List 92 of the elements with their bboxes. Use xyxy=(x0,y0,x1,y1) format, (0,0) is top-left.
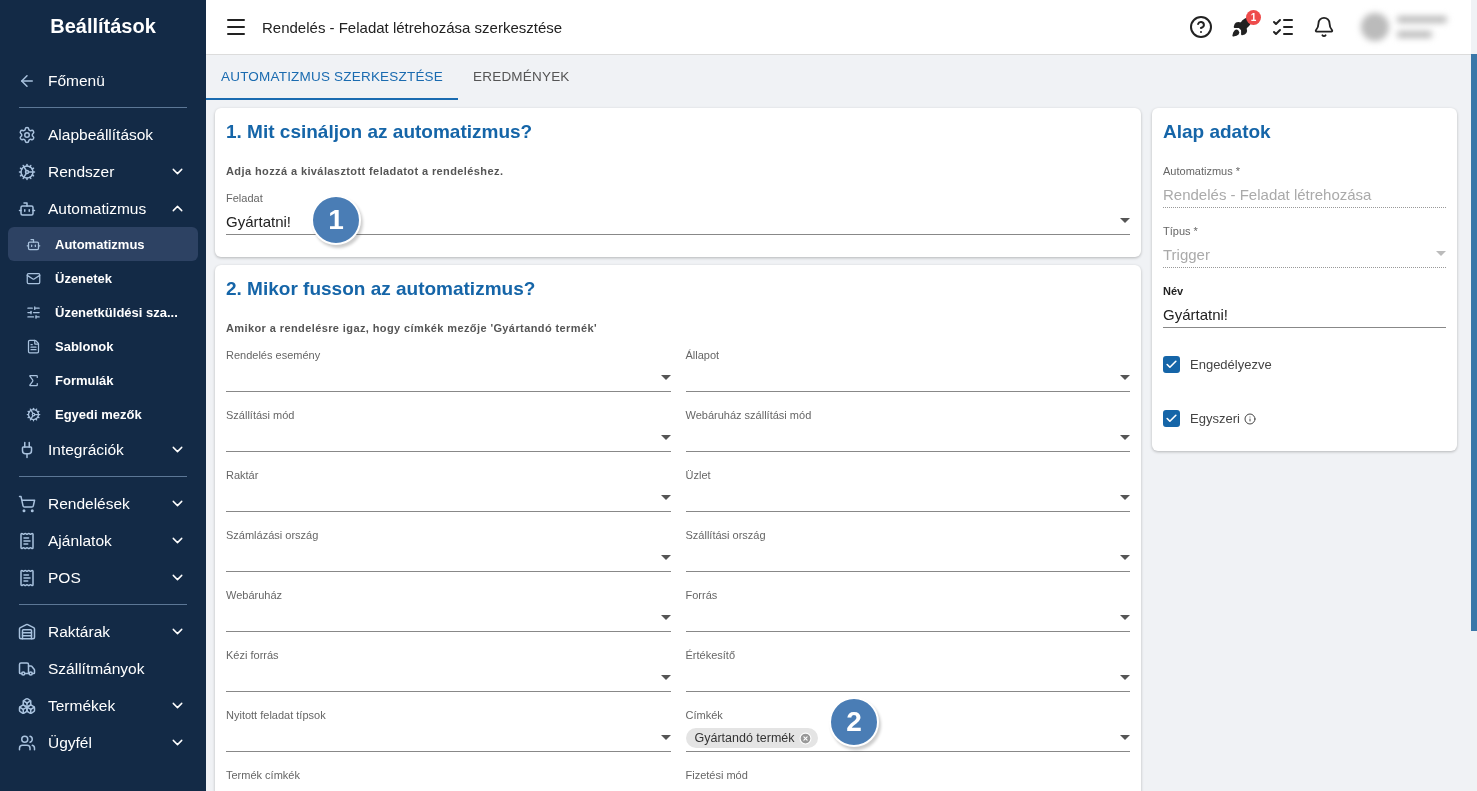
sidebar-item[interactable]: Integrációk xyxy=(0,431,206,468)
tab[interactable]: AUTOMATIZMUS SZERKESZTÉSE xyxy=(206,55,459,100)
sidebar-item[interactable]: Alapbeállítások xyxy=(0,116,206,153)
field-label: Webáruház xyxy=(226,589,284,601)
dropdown-arrow-icon xyxy=(1120,615,1130,621)
dropdown-arrow-icon xyxy=(660,735,671,741)
mail-icon xyxy=(26,270,41,286)
field-label: Számlázási ország xyxy=(226,529,320,541)
sidebar-item[interactable]: Ajánlatok xyxy=(0,522,206,559)
sidebar-item[interactable]: Termékek xyxy=(0,687,206,724)
dropdown-arrow-icon xyxy=(660,435,671,441)
field-label: Szállítási ország xyxy=(685,529,767,541)
field-label: Webáruház szállítási mód xyxy=(685,409,813,421)
field-label: Automatizmus * xyxy=(1163,165,1242,177)
card-description: Amikor a rendelésre igaz, hogy címkék mezője 'Gyártandó termék' xyxy=(226,322,598,334)
sidebar-item[interactable]: Rendszer xyxy=(0,153,206,190)
field-label: Szállítási mód xyxy=(226,409,296,421)
help-icon xyxy=(1189,15,1213,39)
dropdown-arrow-icon xyxy=(660,375,671,381)
tab[interactable]: EREDMÉNYEK xyxy=(458,55,585,100)
field-label: Feladat xyxy=(226,192,264,204)
field-label: Nyitott feladat típsok xyxy=(226,709,327,721)
field-label: Forrás xyxy=(685,589,719,601)
robot-icon xyxy=(18,199,36,218)
page-title: Rendelés - Feladat létrehozása szerkesztése xyxy=(262,18,564,36)
card-title: 1. Mit csináljon az automatizmus? xyxy=(226,121,534,143)
dropdown-arrow-icon xyxy=(1120,218,1130,224)
sidebar-title: Beállítások xyxy=(49,14,157,39)
users-icon xyxy=(18,733,36,752)
dropdown-arrow-icon xyxy=(1120,555,1130,561)
dropdown-arrow-icon xyxy=(660,615,671,621)
sidebar-item[interactable]: Raktárak xyxy=(0,613,206,650)
notification-badge: 1 xyxy=(1246,10,1261,25)
sidebar-item[interactable]: Ügyfél xyxy=(0,724,206,761)
sidebar-subitem[interactable]: Sablonok xyxy=(8,329,198,363)
robot-icon xyxy=(26,236,41,252)
dropdown-arrow-icon xyxy=(660,675,671,681)
field-label: Név xyxy=(1163,285,1185,297)
field-label: Állapot xyxy=(685,349,721,361)
sidebar-item[interactable]: Automatizmus xyxy=(0,190,206,227)
sliders-icon xyxy=(26,304,41,320)
field-label: Címkék xyxy=(685,709,724,721)
boxes-icon xyxy=(18,696,36,715)
sidebar-subitem[interactable]: Automatizmus xyxy=(8,227,198,261)
input-field[interactable]: Gyártatni! xyxy=(1163,301,1446,328)
dropdown-arrow-icon xyxy=(1120,735,1130,741)
dropdown-arrow-icon xyxy=(1120,495,1130,501)
sidebar-item[interactable]: Rendelések xyxy=(0,485,206,522)
invoice-icon xyxy=(18,531,36,550)
sidebar-subitem[interactable]: Üzenetküldési sza... xyxy=(8,295,198,329)
dropdown-arrow-icon xyxy=(1436,251,1446,257)
remove-icon[interactable] xyxy=(798,731,812,745)
checkbox[interactable] xyxy=(1163,410,1180,427)
bell-icon xyxy=(1313,16,1335,38)
document-icon xyxy=(26,338,41,354)
settings-icon xyxy=(18,125,36,144)
dropdown-arrow-icon xyxy=(1120,435,1130,441)
card-description: Adja hozzá a kiválasztott feladatot a rendeléshez. xyxy=(226,165,505,177)
sidebar-subitem[interactable]: Üzenetek xyxy=(8,261,198,295)
field-label: Termék címkék xyxy=(226,769,301,781)
sidebar-item[interactable]: Főmenü xyxy=(0,62,206,99)
sidebar-subitem[interactable]: Egyedi mezők xyxy=(8,397,198,431)
card-title: Alap adatok xyxy=(1163,121,1272,143)
checkbox[interactable] xyxy=(1163,356,1180,373)
field-label: Üzlet xyxy=(685,469,712,481)
field-label: Raktár xyxy=(226,469,260,481)
gears-icon xyxy=(18,162,36,181)
check-icon xyxy=(1165,358,1178,371)
field-label: Fizetési mód xyxy=(685,769,749,781)
field-label: Rendelés esemény xyxy=(226,349,322,361)
invoice-icon xyxy=(18,568,36,587)
sidebar-item[interactable]: POS xyxy=(0,559,206,596)
sidebar-subitem[interactable]: Formulák xyxy=(8,363,198,397)
card-title: 2. Mikor fusson az automatizmus? xyxy=(226,278,537,300)
dropdown-arrow-icon xyxy=(1120,675,1130,681)
formula-icon xyxy=(26,372,41,388)
dropdown-arrow-icon xyxy=(1120,375,1130,381)
field-label: Kézi forrás xyxy=(226,649,280,661)
cart-icon xyxy=(18,494,36,513)
truck-icon xyxy=(18,659,36,678)
gears-icon xyxy=(26,406,41,422)
check-icon xyxy=(1165,412,1178,425)
sidebar-item[interactable]: Szállítmányok xyxy=(0,650,206,687)
field-label: Értékesítő xyxy=(685,649,737,661)
field-label: Típus * xyxy=(1163,225,1199,237)
warehouse-icon xyxy=(18,622,36,641)
info-icon[interactable] xyxy=(1243,412,1256,425)
checkbox-label: Egyszeri xyxy=(1190,411,1240,426)
dropdown-arrow-icon xyxy=(660,555,671,561)
dropdown-arrow-icon xyxy=(660,495,671,501)
checkbox-label: Engedélyezve xyxy=(1190,357,1272,372)
tag-chip[interactable]: Gyártandó termék xyxy=(685,728,818,748)
